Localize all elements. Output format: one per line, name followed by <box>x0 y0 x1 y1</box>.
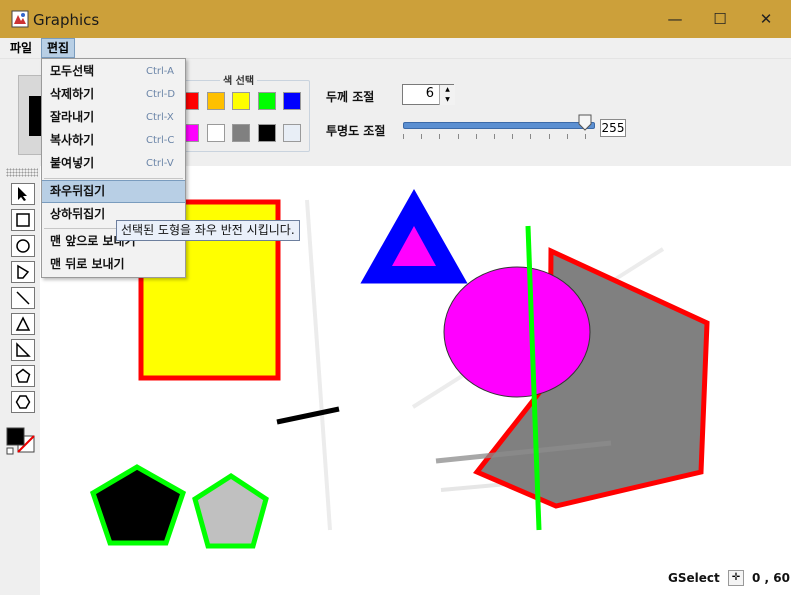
tool-polygon[interactable] <box>11 261 35 283</box>
menu-item-label: 맨 뒤로 보내기 <box>50 257 125 271</box>
tooltip: 선택된 도형을 좌우 반전 시킵니다. <box>116 220 300 241</box>
menu-item-shortcut: Ctrl-V <box>146 158 174 169</box>
arrow-icon <box>18 187 27 201</box>
thickness-label: 두께 조절 <box>326 90 375 104</box>
menu-item-label: 상하뒤집기 <box>50 207 106 221</box>
menu-edit[interactable]: 편집 <box>41 38 76 58</box>
slider-tick <box>421 134 422 139</box>
shape-gray-line-1 <box>305 199 332 531</box>
polygon-icon <box>17 264 30 279</box>
pentagon-icon <box>15 368 31 383</box>
oval-icon <box>16 239 30 253</box>
tool-hexagon[interactable] <box>11 391 35 413</box>
spinner-down-icon[interactable]: ▼ <box>439 95 455 105</box>
edit-menu-dropdown: 모두선택 Ctrl-A 삭제하기 Ctrl-D 잘라내기 Ctrl-X 복사하기… <box>41 58 186 278</box>
menu-item-cut[interactable]: 잘라내기 Ctrl-X <box>42 106 185 129</box>
color-select-label: 색 선택 <box>220 72 258 87</box>
hexagon-icon <box>15 395 31 409</box>
menu-item-label: 삭제하기 <box>50 87 95 101</box>
close-icon: ✕ <box>759 10 773 28</box>
slider-tick <box>585 134 586 139</box>
close-button[interactable]: ✕ <box>743 0 789 38</box>
maximize-button[interactable]: ☐ <box>697 0 743 38</box>
menu-item-shortcut: Ctrl-A <box>146 66 175 77</box>
tool-line[interactable] <box>11 287 35 309</box>
color-swatch[interactable] <box>232 92 250 110</box>
menu-separator <box>44 178 183 179</box>
shape-magenta-oval <box>443 266 591 398</box>
status-mode: GSelect <box>668 571 720 585</box>
shape-black-pentagon <box>89 464 187 546</box>
tool-oval[interactable] <box>11 235 35 257</box>
fg-bg-color-icon[interactable] <box>5 426 37 456</box>
menu-file[interactable]: 파일 <box>5 38 37 58</box>
tool-triangle[interactable] <box>11 313 35 335</box>
slider-tick <box>476 134 477 139</box>
slider-tick <box>567 134 568 139</box>
menu-item-label: 복사하기 <box>50 133 95 147</box>
spinner-up-icon[interactable]: ▲ <box>439 85 455 95</box>
app-icon <box>11 10 29 28</box>
slider-tick <box>458 134 459 139</box>
menu-item-shortcut: Ctrl-C <box>146 135 175 146</box>
slider-tick <box>549 134 550 139</box>
menu-item-select-all[interactable]: 모두선택 Ctrl-A <box>42 60 185 83</box>
slider-thumb-icon[interactable] <box>578 114 592 131</box>
tool-pentagon[interactable] <box>11 365 35 387</box>
opacity-value: 255 <box>600 119 626 137</box>
menu-item-copy[interactable]: 복사하기 Ctrl-C <box>42 129 185 152</box>
menu-item-label: 잘라내기 <box>50 110 95 124</box>
thickness-value[interactable]: 6 <box>404 86 434 101</box>
menu-item-send-back[interactable]: 맨 뒤로 보내기 <box>42 253 185 276</box>
slider-tick <box>403 134 404 139</box>
menu-item-flip-horizontal[interactable]: 좌우뒤집기 <box>42 180 185 203</box>
slider-tick <box>512 134 513 139</box>
color-swatch[interactable] <box>207 92 225 110</box>
drag-handle[interactable] <box>6 168 38 177</box>
color-swatch[interactable] <box>232 124 250 142</box>
menu-item-label: 모두선택 <box>50 64 95 78</box>
move-icon: ✛ <box>728 570 744 586</box>
color-swatch[interactable] <box>258 124 276 142</box>
tool-rectangle[interactable] <box>11 209 35 231</box>
shape-black-line <box>276 406 340 425</box>
right-triangle-icon <box>16 342 31 357</box>
color-swatch[interactable] <box>207 124 225 142</box>
tool-select[interactable] <box>11 183 35 205</box>
rectangle-icon <box>16 213 30 227</box>
status-coords: 0 , 60 <box>752 571 790 585</box>
menu-bar <box>0 38 791 59</box>
minimize-icon: — <box>667 10 683 28</box>
line-icon <box>16 291 30 305</box>
window-title: Graphics <box>33 11 100 29</box>
menu-item-paste[interactable]: 붙여넣기 Ctrl-V <box>42 152 185 175</box>
triangle-icon <box>15 316 31 331</box>
menu-item-shortcut: Ctrl-D <box>146 89 176 100</box>
menu-item-shortcut: Ctrl-X <box>146 112 174 123</box>
slider-tick <box>439 134 440 139</box>
menu-item-delete[interactable]: 삭제하기 Ctrl-D <box>42 83 185 106</box>
tool-right-triangle[interactable] <box>11 339 35 361</box>
color-swatch[interactable] <box>283 92 301 110</box>
color-swatch[interactable] <box>258 92 276 110</box>
shape-silver-pentagon <box>192 473 269 549</box>
menu-item-label: 붙여넣기 <box>50 156 95 170</box>
menu-item-label: 좌우뒤집기 <box>50 184 106 198</box>
opacity-label: 투명도 조절 <box>326 124 386 138</box>
minimize-button[interactable]: — <box>652 0 698 38</box>
color-swatch[interactable] <box>283 124 301 142</box>
opacity-slider[interactable] <box>403 122 595 129</box>
slider-tick <box>494 134 495 139</box>
slider-tick <box>530 134 531 139</box>
maximize-icon: ☐ <box>713 10 727 28</box>
